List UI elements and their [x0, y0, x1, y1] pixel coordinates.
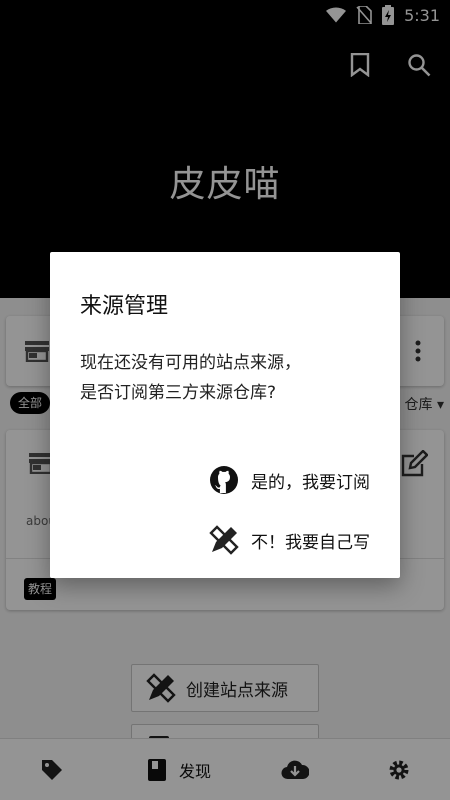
source-management-dialog: 来源管理 现在还没有可用的站点来源， 是否订阅第三方来源仓库? 是的，我要订阅 … — [50, 252, 400, 578]
github-icon — [210, 466, 238, 494]
write-myself-label: 不！我要自己写 — [251, 532, 370, 553]
dialog-message-line-2: 是否订阅第三方来源仓库? — [80, 383, 277, 403]
dialog-title: 来源管理 — [80, 294, 169, 319]
design-tools-icon — [209, 525, 239, 555]
subscribe-label: 是的，我要订阅 — [251, 472, 370, 493]
subscribe-repo-button[interactable]: 是的，我要订阅 — [209, 462, 370, 498]
dialog-message: 现在还没有可用的站点来源， 是否订阅第三方来源仓库? — [80, 348, 380, 408]
write-myself-button[interactable]: 不！我要自己写 — [209, 522, 370, 558]
dialog-message-line-1: 现在还没有可用的站点来源， — [80, 353, 301, 373]
